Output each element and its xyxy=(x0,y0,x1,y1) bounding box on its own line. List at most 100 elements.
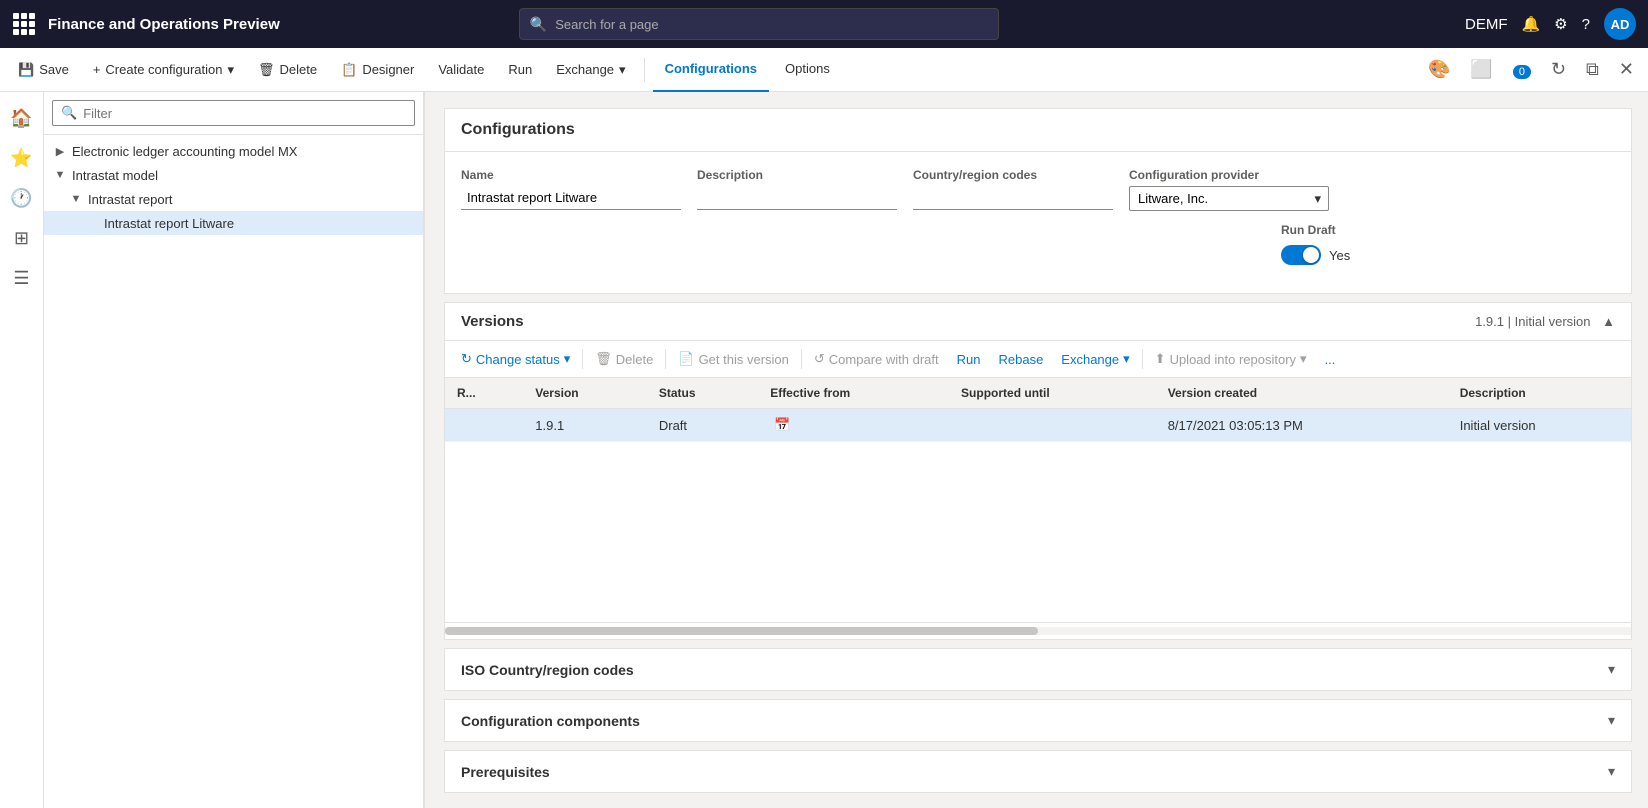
upload-chevron: ▾ xyxy=(1300,351,1307,367)
create-configuration-button[interactable]: + Create configuration ▾ xyxy=(83,52,244,88)
save-icon: 💾 xyxy=(18,62,34,78)
versions-run-button[interactable]: Run xyxy=(949,348,989,371)
run-draft-label: Run Draft xyxy=(1281,223,1350,237)
versions-toolbar-sep-1 xyxy=(582,349,583,369)
panel-icon[interactable]: ⬜ xyxy=(1464,55,1498,84)
country-region-input[interactable] xyxy=(913,186,1113,210)
close-icon[interactable]: ✕ xyxy=(1613,55,1640,84)
upload-into-repo-button[interactable]: ⬆ Upload into repository ▾ xyxy=(1147,347,1315,371)
col-status: Status xyxy=(647,378,758,409)
versions-delete-button[interactable]: 🗑 Delete xyxy=(587,347,661,371)
collapsible-config-components-header[interactable]: Configuration components ▾ xyxy=(445,700,1631,741)
description-input[interactable] xyxy=(697,186,897,210)
country-region-field: Country/region codes xyxy=(913,168,1113,210)
sidebar: 🏠 ⭐ 🕐 ⊞ ☰ xyxy=(0,92,44,808)
run-draft-toggle[interactable] xyxy=(1281,245,1321,265)
versions-table-head: R... Version Status Effective from Suppo… xyxy=(445,378,1631,409)
config-provider-select-wrapper: Litware, Inc. xyxy=(1129,186,1329,211)
app-title: Finance and Operations Preview xyxy=(48,16,280,33)
versions-toolbar-sep-3 xyxy=(801,349,802,369)
table-row[interactable]: 1.9.1 Draft 📅 8/17/2021 03:05:13 PM Init… xyxy=(445,409,1631,442)
versions-collapse-icon[interactable]: ▲ xyxy=(1602,314,1615,329)
form-row-2: Run Draft Yes xyxy=(461,223,1615,265)
get-this-version-button[interactable]: 📄 Get this version xyxy=(670,347,797,371)
sidebar-item-workspaces[interactable]: ⊞ xyxy=(4,220,40,256)
badge-icon[interactable]: 0 xyxy=(1507,55,1537,84)
sidebar-item-favorites[interactable]: ⭐ xyxy=(4,140,40,176)
grid-menu-button[interactable] xyxy=(12,12,36,36)
tree-item-intrastat-model[interactable]: ▼ Intrastat model xyxy=(44,163,423,187)
configurations-card: Configurations Name Description Country/… xyxy=(444,108,1632,294)
tree-toggle-icon: ▼ xyxy=(52,167,68,183)
change-status-button[interactable]: ↻ Change status ▾ xyxy=(453,347,578,371)
designer-button[interactable]: 📋 Designer xyxy=(331,52,424,88)
versions-table-scroll[interactable]: R... Version Status Effective from Suppo… xyxy=(445,378,1631,622)
collapsible-prerequisites-header[interactable]: Prerequisites ▾ xyxy=(445,751,1631,792)
name-field: Name xyxy=(461,168,681,210)
sidebar-item-history[interactable]: 🕐 xyxy=(4,180,40,216)
delete-button[interactable]: 🗑 Delete xyxy=(248,52,327,88)
personalize-icon[interactable]: 🎨 xyxy=(1422,55,1456,84)
upload-icon: ⬆ xyxy=(1155,351,1166,367)
top-right-controls: DEMF 🔔 ⚙ ? AD xyxy=(1465,8,1636,40)
command-bar: 💾 Save + Create configuration ▾ 🗑 Delete… xyxy=(0,48,1648,92)
run-button[interactable]: Run xyxy=(498,52,542,88)
create-icon: + xyxy=(93,62,101,77)
search-bar[interactable]: 🔍 xyxy=(519,8,999,40)
nav-filter-input[interactable] xyxy=(83,106,406,121)
help-icon[interactable]: ? xyxy=(1582,16,1590,33)
new-window-icon[interactable]: ⧉ xyxy=(1580,55,1605,84)
cell-effective-from: 📅 xyxy=(758,409,949,442)
notification-icon[interactable]: 🔔 xyxy=(1521,15,1540,33)
versions-toolbar-sep-4 xyxy=(1142,349,1143,369)
collapsible-prerequisites-chevron: ▾ xyxy=(1608,763,1615,780)
exchange-chevron: ▾ xyxy=(619,62,626,78)
user-location: DEMF xyxy=(1465,16,1508,33)
settings-icon[interactable]: ⚙ xyxy=(1554,15,1567,33)
change-status-icon: ↻ xyxy=(461,351,472,367)
user-avatar[interactable]: AD xyxy=(1604,8,1636,40)
validate-button[interactable]: Validate xyxy=(428,52,494,88)
run-draft-field: Run Draft Yes xyxy=(1281,223,1350,265)
exchange-chevron: ▾ xyxy=(1123,351,1130,367)
country-region-label: Country/region codes xyxy=(913,168,1113,182)
collapsible-iso-header[interactable]: ISO Country/region codes ▾ xyxy=(445,649,1631,690)
delete-icon: 🗑 xyxy=(258,62,275,78)
versions-toolbar-sep-2 xyxy=(665,349,666,369)
configurations-card-header: Configurations xyxy=(445,109,1631,152)
tree-item-electronic-ledger[interactable]: ▶ Electronic ledger accounting model MX xyxy=(44,139,423,163)
table-empty-space xyxy=(445,442,1631,622)
calendar-icon[interactable]: 📅 xyxy=(774,417,790,432)
horizontal-scrollbar[interactable] xyxy=(445,627,1631,635)
save-button[interactable]: 💾 Save xyxy=(8,52,79,88)
tree-item-intrastat-report-litware[interactable]: Intrastat report Litware xyxy=(44,211,423,235)
refresh-icon[interactable]: ↻ xyxy=(1545,55,1572,84)
col-supported-until: Supported until xyxy=(949,378,1156,409)
toggle-thumb xyxy=(1303,247,1319,263)
tab-options[interactable]: Options xyxy=(773,48,842,92)
config-provider-select[interactable]: Litware, Inc. xyxy=(1129,186,1329,211)
sidebar-item-home[interactable]: 🏠 xyxy=(4,100,40,136)
name-label: Name xyxy=(461,168,681,182)
collapsible-iso: ISO Country/region codes ▾ xyxy=(444,648,1632,691)
cmd-right-controls: 🎨 ⬜ 0 ↻ ⧉ ✕ xyxy=(1422,55,1640,84)
tree-item-label: Electronic ledger accounting model MX xyxy=(72,144,297,159)
rebase-button[interactable]: Rebase xyxy=(990,348,1051,371)
tree-list: ▶ Electronic ledger accounting model MX … xyxy=(44,135,423,808)
cell-version: 1.9.1 xyxy=(523,409,647,442)
cmd-separator xyxy=(644,58,645,82)
compare-with-draft-button[interactable]: ↺ Compare with draft xyxy=(806,347,947,371)
sidebar-item-modules[interactable]: ☰ xyxy=(4,260,40,296)
configurations-card-body: Name Description Country/region codes Co… xyxy=(445,152,1631,293)
tree-item-intrastat-report[interactable]: ▼ Intrastat report xyxy=(44,187,423,211)
versions-exchange-button[interactable]: Exchange ▾ xyxy=(1053,347,1137,371)
tab-configurations[interactable]: Configurations xyxy=(653,48,769,92)
search-input[interactable] xyxy=(555,17,988,32)
name-input[interactable] xyxy=(461,186,681,210)
versions-badge-area: 1.9.1 | Initial version ▲ xyxy=(1475,314,1615,329)
col-version: Version xyxy=(523,378,647,409)
collapsible-config-components-chevron: ▾ xyxy=(1608,712,1615,729)
more-button[interactable]: ... xyxy=(1317,348,1344,371)
tree-toggle-icon: ▶ xyxy=(52,143,68,159)
exchange-button[interactable]: Exchange ▾ xyxy=(546,52,635,88)
